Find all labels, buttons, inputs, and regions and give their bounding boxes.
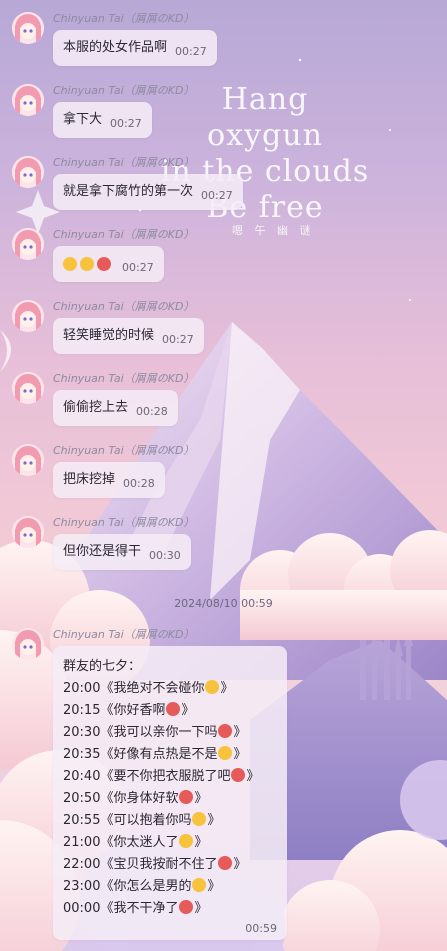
schedule-line-text: 20:35《好像有点热是不是 xyxy=(63,747,218,762)
schedule-line-end: 》 xyxy=(233,857,247,872)
crying-emoji xyxy=(179,900,194,914)
avatar[interactable] xyxy=(12,300,44,332)
schedule-line: 20:55《可以抱着你吗》 xyxy=(63,810,277,832)
schedule-line-text: 20:15《你好香啊 xyxy=(63,703,166,718)
schedule-line-end: 》 xyxy=(181,703,195,718)
avatar[interactable] xyxy=(12,444,44,476)
message-bubble[interactable]: 把床挖掉 00:28 xyxy=(53,462,165,498)
schedule-line-text: 20:30《我可以亲你一下吗 xyxy=(63,725,218,740)
message-text: 把床挖掉 xyxy=(63,472,116,487)
message-bubble[interactable]: 00:27 xyxy=(53,246,164,282)
avatar[interactable] xyxy=(12,372,44,404)
message-time: 00:27 xyxy=(122,261,154,274)
schedule-line-end: 》 xyxy=(194,835,208,850)
message-time: 00:27 xyxy=(201,189,233,202)
message-bubble[interactable]: 但你还是得干 00:30 xyxy=(53,534,191,570)
schedule-line-end: 》 xyxy=(233,747,247,762)
kiss-heart-emoji xyxy=(218,856,233,870)
schedule-line-text: 20:40《要不你把衣服脱了吧 xyxy=(63,769,231,784)
message-bubble[interactable]: 轻笑睡觉的时候 00:27 xyxy=(53,318,204,354)
avatar[interactable] xyxy=(12,12,44,44)
avatar[interactable] xyxy=(12,84,44,116)
message-bubble[interactable]: 本服的处女作品啊 00:27 xyxy=(53,30,217,66)
message-bubble[interactable]: 偷偷挖上去 00:28 xyxy=(53,390,178,426)
schedule-line-end: 》 xyxy=(194,791,208,806)
schedule-line-end: 》 xyxy=(220,681,234,696)
schedule-line-text: 20:50《你身体好软 xyxy=(63,791,179,806)
date-separator: 2024/08/10 00:59 xyxy=(174,597,273,610)
schedule-line-end: 》 xyxy=(194,901,208,916)
grin-emoji xyxy=(63,257,77,271)
message-time: 00:28 xyxy=(123,477,155,490)
avatar[interactable] xyxy=(12,628,44,660)
sender-name: Chinyuan Tai（屑屑のKD） xyxy=(53,156,195,169)
sweat-emoji xyxy=(218,746,233,760)
avatar[interactable] xyxy=(12,228,44,260)
blush-emoji xyxy=(192,812,207,826)
schedule-line: 20:35《好像有点热是不是》 xyxy=(63,744,277,766)
schedule-line-text: 22:00《宝贝我按耐不住了 xyxy=(63,857,218,872)
pleading-emoji xyxy=(179,834,194,848)
devil-emoji xyxy=(231,768,246,782)
message-time: 00:27 xyxy=(110,117,142,130)
laugh-emoji xyxy=(80,257,94,271)
schedule-line-text: 00:00《我不干净了 xyxy=(63,901,179,916)
heart-eyes-emoji xyxy=(218,724,233,738)
schedule-line: 22:00《宝贝我按耐不住了》 xyxy=(63,854,277,876)
schedule-line-end: 》 xyxy=(207,813,221,828)
message-text: 就是拿下腐竹的第一次 xyxy=(63,184,194,199)
sender-name: Chinyuan Tai（屑屑のKD） xyxy=(53,444,195,457)
sender-name: Chinyuan Tai（屑屑のKD） xyxy=(53,300,195,313)
schedule-line: 20:40《要不你把衣服脱了吧》 xyxy=(63,766,277,788)
message-bubble[interactable]: 就是拿下腐竹的第一次 00:27 xyxy=(53,174,243,210)
schedule-line-text: 21:00《你太迷人了 xyxy=(63,835,179,850)
message-time: 00:30 xyxy=(149,549,181,562)
schedule-line: 20:30《我可以亲你一下吗》 xyxy=(63,722,277,744)
message-header: 群友的七夕： xyxy=(63,659,142,674)
shocked-emoji xyxy=(192,878,207,892)
schedule-line-end: 》 xyxy=(207,879,221,894)
message-time: 00:27 xyxy=(175,45,207,58)
schedule-line-text: 23:00《你怎么是男的 xyxy=(63,879,192,894)
message-bubble[interactable]: 拿下大 00:27 xyxy=(53,102,152,138)
avatar[interactable] xyxy=(12,156,44,188)
message-bubble[interactable]: 群友的七夕： 20:00《我绝对不会碰你》 20:15《你好香啊》 20:30《… xyxy=(53,646,287,940)
schedule-line: 00:00《我不干净了》 xyxy=(63,898,277,920)
sender-name: Chinyuan Tai（屑屑のKD） xyxy=(53,628,195,641)
kiss-heart-emoji xyxy=(166,702,181,716)
message-time: 00:59 xyxy=(245,922,277,935)
schedule-line: 23:00《你怎么是男的》 xyxy=(63,876,277,898)
schedule-line: 21:00《你太迷人了》 xyxy=(63,832,277,854)
schedule-line-text: 20:00《我绝对不会碰你 xyxy=(63,681,205,696)
schedule-line: 20:00《我绝对不会碰你》 xyxy=(63,678,277,700)
schedule-line: 20:15《你好香啊》 xyxy=(63,700,277,722)
sender-name: Chinyuan Tai（屑屑のKD） xyxy=(53,12,195,25)
schedule-line-end: 》 xyxy=(233,725,247,740)
message-text: 轻笑睡觉的时候 xyxy=(63,328,155,343)
sender-name: Chinyuan Tai（屑屑のKD） xyxy=(53,516,195,529)
schedule-line: 20:50《你身体好软》 xyxy=(63,788,277,810)
schedule-line-text: 20:55《可以抱着你吗 xyxy=(63,813,192,828)
sender-name: Chinyuan Tai（屑屑のKD） xyxy=(53,372,195,385)
sender-name: Chinyuan Tai（屑屑のKD） xyxy=(53,228,195,241)
message-time: 00:28 xyxy=(136,405,168,418)
chat-message-list[interactable]: Chinyuan Tai（屑屑のKD） 本服的处女作品啊 00:27 Chiny… xyxy=(0,0,447,951)
avatar[interactable] xyxy=(12,516,44,548)
message-text: 拿下大 xyxy=(63,112,103,127)
flushed-emoji xyxy=(179,790,194,804)
schedule-line-end: 》 xyxy=(246,769,260,784)
sender-name: Chinyuan Tai（屑屑のKD） xyxy=(53,84,195,97)
message-text: 本服的处女作品啊 xyxy=(63,40,168,55)
message-text: 偷偷挖上去 xyxy=(63,400,129,415)
message-time: 00:27 xyxy=(162,333,194,346)
message-text: 但你还是得干 xyxy=(63,544,142,559)
crazy-emoji xyxy=(97,257,111,271)
smile-emoji xyxy=(205,680,220,694)
